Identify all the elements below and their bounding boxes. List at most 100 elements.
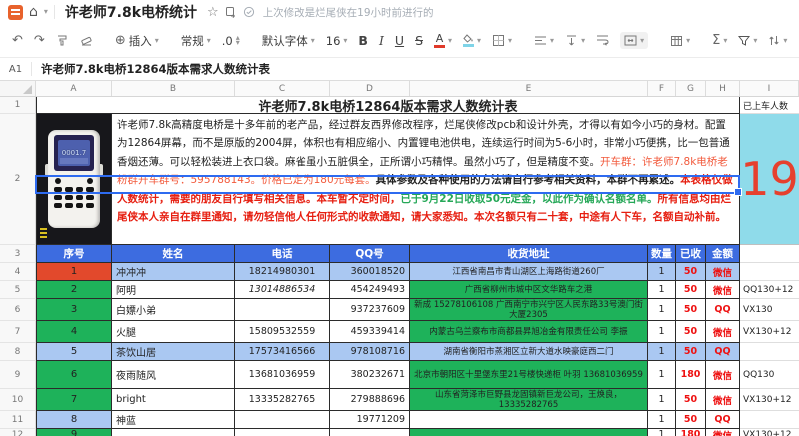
font-family-select[interactable]: 默认字体 ▾ xyxy=(262,33,315,49)
row-number[interactable]: 10 xyxy=(0,389,36,411)
serial-cell[interactable]: 4 xyxy=(36,321,112,343)
payment-method-cell[interactable]: 微信 xyxy=(706,321,740,343)
name-cell[interactable]: bright xyxy=(112,389,235,411)
address-cell[interactable] xyxy=(410,429,648,436)
quantity-cell[interactable]: 1 xyxy=(648,429,676,436)
phone-cell[interactable] xyxy=(235,429,330,436)
note-cell[interactable] xyxy=(740,343,799,361)
column-header-I[interactable]: I xyxy=(740,81,799,96)
address-cell[interactable]: 广西省柳州市城中区文华路车之港 xyxy=(410,281,648,299)
column-header-G[interactable]: G xyxy=(676,81,706,96)
wrap-text-button[interactable] xyxy=(596,35,609,46)
merge-cells-button[interactable]: ▾ xyxy=(620,32,649,49)
quantity-cell[interactable]: 1 xyxy=(648,263,676,281)
table-header-2[interactable]: 电话 xyxy=(235,245,330,263)
quantity-cell[interactable]: 1 xyxy=(648,299,676,321)
name-cell[interactable]: 白嫖小弟 xyxy=(112,299,235,321)
row-number[interactable]: 9 xyxy=(0,361,36,389)
table-header-7[interactable]: 金额 xyxy=(706,245,740,263)
row-number[interactable]: 3 xyxy=(0,245,36,263)
name-cell[interactable]: 阿明 xyxy=(112,281,235,299)
note-cell[interactable]: VX130+12 xyxy=(740,321,799,343)
column-header-E[interactable]: E xyxy=(410,81,648,96)
payment-method-cell[interactable]: 微信 xyxy=(706,361,740,389)
phone-cell[interactable]: 17573416566 xyxy=(235,343,330,361)
name-cell[interactable]: 茶饮山居 xyxy=(112,343,235,361)
quantity-cell[interactable]: 1 xyxy=(648,281,676,299)
description-cell[interactable]: 许老师7.8k高精度电桥是十多年前的老产品，经过群友西界修改程序，烂尾侠修改pc… xyxy=(112,114,740,245)
paid-cell[interactable]: 180 xyxy=(676,361,706,389)
address-cell[interactable] xyxy=(410,411,648,429)
quantity-cell[interactable]: 1 xyxy=(648,411,676,429)
payment-method-cell[interactable]: 微信 xyxy=(706,389,740,411)
table-header-3[interactable]: QQ号 xyxy=(330,245,410,263)
device-image-cell[interactable]: 0001.7 xyxy=(36,114,112,245)
address-cell[interactable]: 江西省南昌市青山湖区上海路街道260厂 xyxy=(410,263,648,281)
phone-cell[interactable]: 13681036959 xyxy=(235,361,330,389)
quantity-cell[interactable]: 1 xyxy=(648,343,676,361)
qq-cell[interactable]: 380232671 xyxy=(330,361,410,389)
qq-cell[interactable]: 459339414 xyxy=(330,321,410,343)
note-cell[interactable]: VX130 xyxy=(740,299,799,321)
row-number[interactable]: 5 xyxy=(0,281,36,299)
note-cell[interactable]: VX130+12 xyxy=(740,389,799,411)
note-cell[interactable]: VX130+12 xyxy=(740,429,799,436)
address-cell[interactable]: 山东省菏泽市巨野县龙固镇新巨龙公司，王焕良，13335282765 xyxy=(410,389,648,411)
vertical-align-button[interactable]: ▾ xyxy=(565,35,585,46)
star-icon[interactable]: ☆ xyxy=(207,6,219,19)
quantity-cell[interactable]: 1 xyxy=(648,361,676,389)
sheet-title-cell[interactable]: 许老师7.8k电桥12864版本需求人数统计表 xyxy=(36,97,740,114)
cell-reference[interactable]: A1 xyxy=(0,64,31,75)
qq-cell[interactable]: 360018520 xyxy=(330,263,410,281)
qq-cell[interactable] xyxy=(330,429,410,436)
quantity-cell[interactable]: 1 xyxy=(648,389,676,411)
column-header-B[interactable]: B xyxy=(112,81,235,96)
font-color-button[interactable]: A ▾ xyxy=(434,33,452,48)
serial-cell[interactable]: 3 xyxy=(36,299,112,321)
serial-cell[interactable]: 8 xyxy=(36,411,112,429)
phone-cell[interactable]: 13335282765 xyxy=(235,389,330,411)
row-number[interactable]: 12 xyxy=(0,429,36,436)
row-number[interactable]: 11 xyxy=(0,411,36,429)
column-header-F[interactable]: F xyxy=(648,81,676,96)
row-number[interactable]: 7 xyxy=(0,321,36,343)
home-icon[interactable]: ⌂ xyxy=(29,5,38,19)
serial-cell[interactable]: 5 xyxy=(36,343,112,361)
name-cell[interactable] xyxy=(112,429,235,436)
phone-cell[interactable]: 15809532559 xyxy=(235,321,330,343)
table-header-6[interactable]: 已收 xyxy=(676,245,706,263)
clear-format-button[interactable] xyxy=(80,34,93,47)
phone-cell[interactable]: 13014886534 xyxy=(235,281,330,299)
strikethrough-button[interactable]: S xyxy=(415,33,423,48)
table-header-4[interactable]: 收货地址 xyxy=(410,245,648,263)
qq-cell[interactable]: 937237609 xyxy=(330,299,410,321)
phone-cell[interactable] xyxy=(235,411,330,429)
serial-cell[interactable]: 1 xyxy=(36,263,112,281)
horizontal-align-button[interactable]: ▾ xyxy=(534,35,554,46)
note-cell[interactable] xyxy=(740,411,799,429)
undo-button[interactable]: ↶ xyxy=(12,34,23,47)
note-cell[interactable]: QQ130+12 xyxy=(740,281,799,299)
app-logo-icon[interactable] xyxy=(8,4,23,20)
address-cell[interactable]: 内蒙古乌兰察布市商都县昇旭冶金有限责任公司 李振 xyxy=(410,321,648,343)
decimal-button[interactable]: .0 ▴ ▾ xyxy=(222,33,240,47)
italic-button[interactable]: I xyxy=(379,33,384,48)
paid-cell[interactable]: 50 xyxy=(676,343,706,361)
format-painter-button[interactable] xyxy=(56,34,69,47)
sum-button[interactable]: Σ ▾ xyxy=(712,34,727,47)
table-header-1[interactable]: 姓名 xyxy=(112,245,235,263)
payment-method-cell[interactable]: QQ xyxy=(706,343,740,361)
note-cell[interactable]: QQ130 xyxy=(740,361,799,389)
paid-cell[interactable]: 50 xyxy=(676,411,706,429)
name-cell[interactable]: 火腿 xyxy=(112,321,235,343)
qq-cell[interactable]: 454249493 xyxy=(330,281,410,299)
phone-cell[interactable]: 18214980301 xyxy=(235,263,330,281)
address-cell[interactable]: 新成 15278106108 广西南宁市兴宁区人民东路33号澳门街大厦2305 xyxy=(410,299,648,321)
row-number[interactable]: 8 xyxy=(0,343,36,361)
name-cell[interactable]: 冲冲冲 xyxy=(112,263,235,281)
payment-method-cell[interactable]: QQ xyxy=(706,299,740,321)
serial-cell[interactable]: 9 xyxy=(36,429,112,436)
row-number[interactable]: 6 xyxy=(0,299,36,321)
payment-method-cell[interactable]: 微信 xyxy=(706,263,740,281)
address-cell[interactable]: 湖南省衡阳市蒸湘区立新大道水映豪庭西二门 xyxy=(410,343,648,361)
